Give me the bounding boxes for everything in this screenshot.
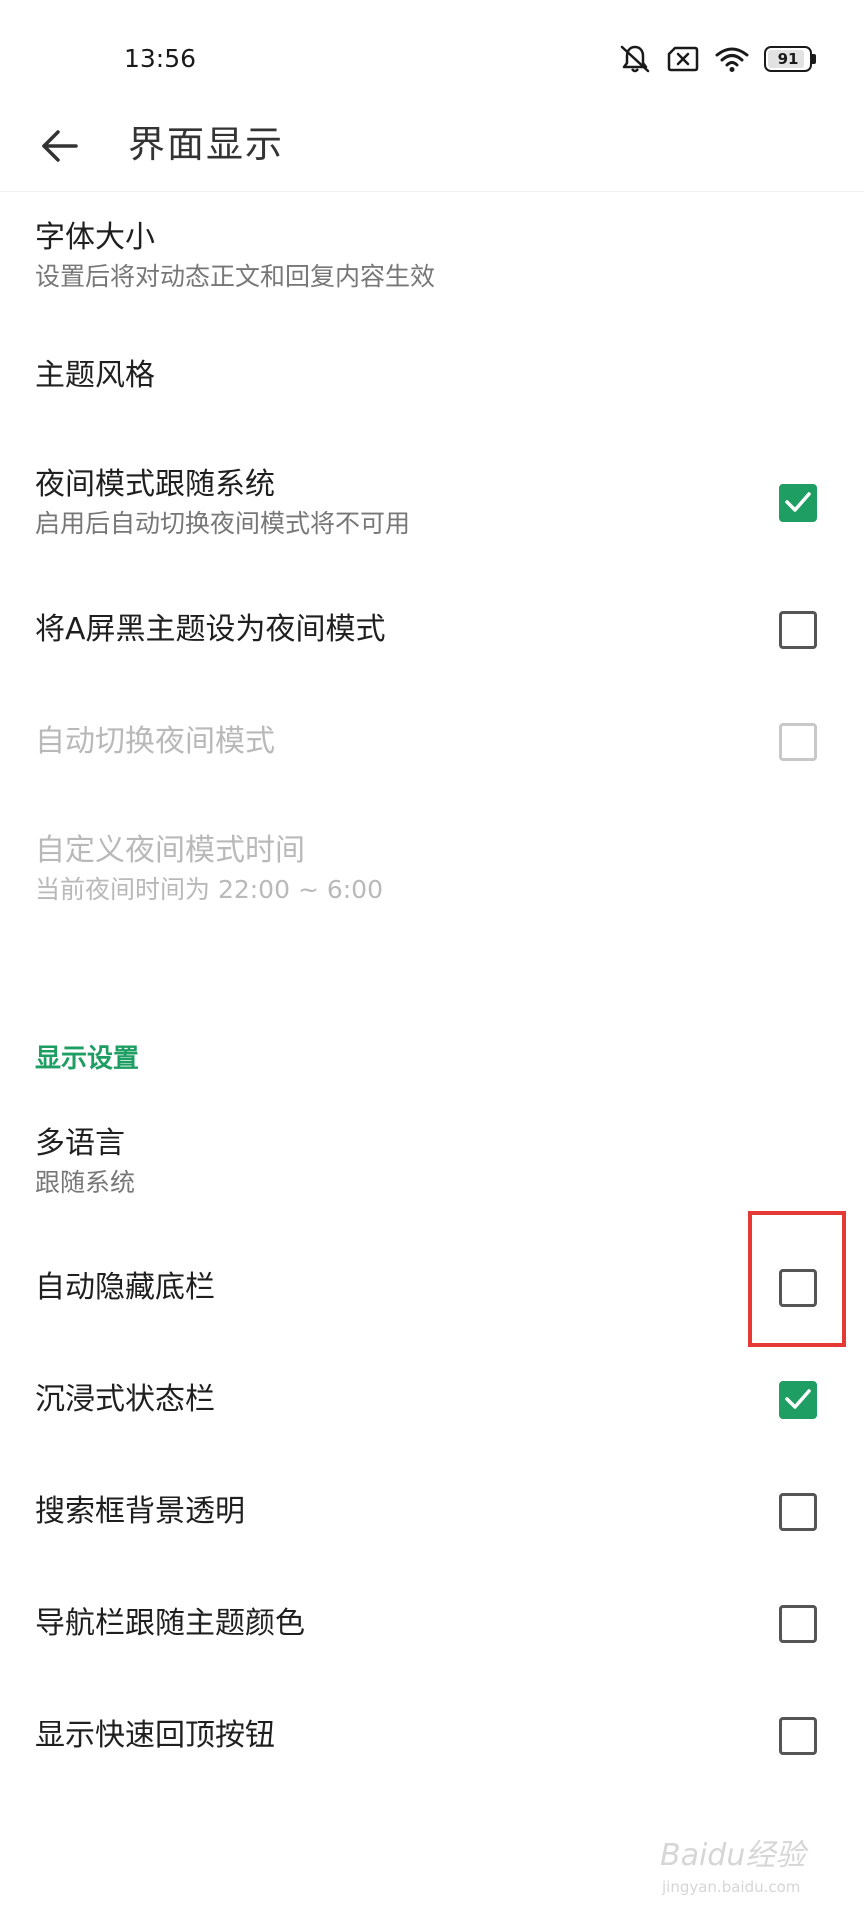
setting-sub: 设置后将对动态正文和回复内容生效: [35, 262, 436, 291]
show-back-to-top-checkbox[interactable]: [779, 1717, 817, 1755]
setting-label: 字体大小: [35, 220, 155, 255]
setting-label: 显示快速回顶按钮: [35, 1718, 275, 1753]
setting-auto-switch-night[interactable]: 自动切换夜间模式: [0, 686, 864, 798]
setting-custom-night-time[interactable]: 自定义夜间模式时间 当前夜间时间为 22:00 ~ 6:00: [0, 798, 864, 940]
status-time: 13:56: [124, 44, 197, 73]
setting-label: 自动隐藏底栏: [35, 1270, 215, 1305]
screen: 13:56 91 界面显示 字体大小 设置后将对动态正文和回复内容生效 主题风格…: [0, 0, 864, 1920]
setting-search-box-transparent[interactable]: 搜索框背景透明: [0, 1456, 864, 1568]
wifi-icon: [714, 45, 750, 73]
setting-multi-language[interactable]: 多语言 跟随系统: [0, 1092, 864, 1232]
setting-a-black-theme-night[interactable]: 将A屏黑主题设为夜间模式: [0, 574, 864, 686]
battery-level: 91: [777, 50, 799, 68]
setting-label: 夜间模式跟随系统: [35, 467, 275, 502]
title-bar: 界面显示: [0, 100, 864, 192]
setting-label: 自定义夜间模式时间: [35, 833, 305, 868]
setting-label: 沉浸式状态栏: [35, 1382, 215, 1417]
watermark-logo: Baidu经验: [660, 1838, 806, 1873]
setting-label: 搜索框背景透明: [35, 1494, 245, 1529]
setting-night-follow-system[interactable]: 夜间模式跟随系统 启用后自动切换夜间模式将不可用: [0, 432, 864, 574]
check-icon: [785, 492, 811, 512]
setting-sub: 跟随系统: [35, 1168, 136, 1197]
no-sim-icon: [666, 45, 700, 73]
night-follow-system-checkbox[interactable]: [779, 484, 817, 522]
battery-icon: 91: [764, 46, 816, 72]
setting-nav-bar-follow-theme[interactable]: 导航栏跟随主题颜色: [0, 1568, 864, 1680]
watermark-url: jingyan.baidu.com: [662, 1878, 801, 1896]
immersive-status-bar-checkbox[interactable]: [779, 1381, 817, 1419]
setting-show-back-to-top[interactable]: 显示快速回顶按钮: [0, 1680, 864, 1792]
setting-sub: 启用后自动切换夜间模式将不可用: [35, 509, 411, 538]
arrow-left-icon: [42, 130, 78, 162]
a-black-theme-night-checkbox[interactable]: [779, 611, 817, 649]
setting-theme-style[interactable]: 主题风格: [0, 320, 864, 432]
auto-hide-bottom-bar-checkbox[interactable]: [779, 1269, 817, 1307]
setting-auto-hide-bottom-bar[interactable]: 自动隐藏底栏: [0, 1232, 864, 1344]
mute-icon: [618, 44, 652, 74]
page-title: 界面显示: [128, 123, 284, 166]
setting-label: 自动切换夜间模式: [35, 724, 275, 759]
back-button[interactable]: [30, 116, 90, 176]
auto-switch-night-checkbox[interactable]: [779, 723, 817, 761]
setting-label: 导航栏跟随主题颜色: [35, 1606, 305, 1641]
search-box-transparent-checkbox[interactable]: [779, 1493, 817, 1531]
check-icon: [785, 1389, 811, 1409]
setting-font-size[interactable]: 字体大小 设置后将对动态正文和回复内容生效: [0, 192, 864, 320]
status-icons: 91: [618, 44, 816, 74]
setting-immersive-status-bar[interactable]: 沉浸式状态栏: [0, 1344, 864, 1456]
setting-label: 主题风格: [35, 358, 155, 393]
setting-sub: 当前夜间时间为 22:00 ~ 6:00: [35, 875, 383, 904]
setting-label: 将A屏黑主题设为夜间模式: [35, 612, 386, 647]
section-header-display: 显示设置: [35, 1044, 140, 1074]
status-bar: 13:56 91: [0, 0, 864, 110]
nav-bar-follow-theme-checkbox[interactable]: [779, 1605, 817, 1643]
setting-label: 多语言: [35, 1126, 125, 1161]
